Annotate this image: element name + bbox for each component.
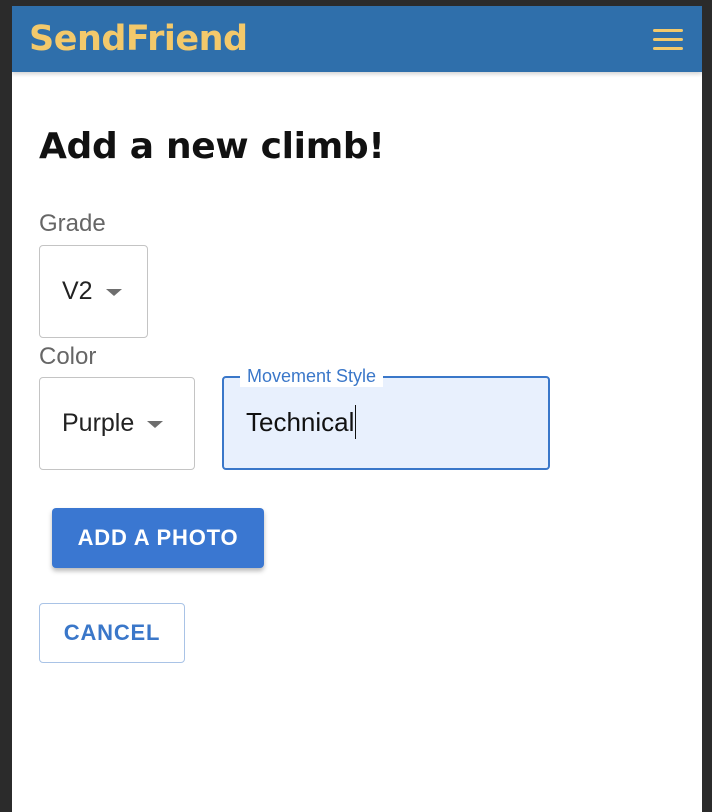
chevron-down-icon	[147, 421, 164, 428]
movement-style-label: Movement Style	[240, 365, 384, 387]
add-photo-button[interactable]: ADD A PHOTO	[52, 508, 264, 568]
hamburger-menu-icon[interactable]	[648, 19, 688, 59]
grade-label: Grade	[39, 210, 106, 237]
grade-select[interactable]: V2	[39, 245, 148, 338]
color-select-value: Purple	[62, 409, 135, 437]
app-frame: SendFriend Add a new climb! Grade V2 Col…	[12, 6, 702, 812]
movement-style-field[interactable]: Movement Style Technical	[222, 365, 550, 470]
menu-line	[653, 28, 683, 32]
movement-style-input[interactable]: Technical	[246, 405, 357, 439]
chevron-down-icon	[105, 289, 122, 296]
grade-select-value: V2	[62, 277, 93, 305]
menu-line	[653, 46, 683, 50]
brand-logo[interactable]: SendFriend	[29, 6, 248, 72]
menu-line	[653, 37, 683, 41]
page-title: Add a new climb!	[39, 126, 385, 167]
cancel-button[interactable]: CANCEL	[39, 603, 185, 663]
color-select[interactable]: Purple	[39, 377, 195, 470]
color-label: Color	[39, 343, 97, 370]
app-bar: SendFriend	[12, 6, 702, 72]
